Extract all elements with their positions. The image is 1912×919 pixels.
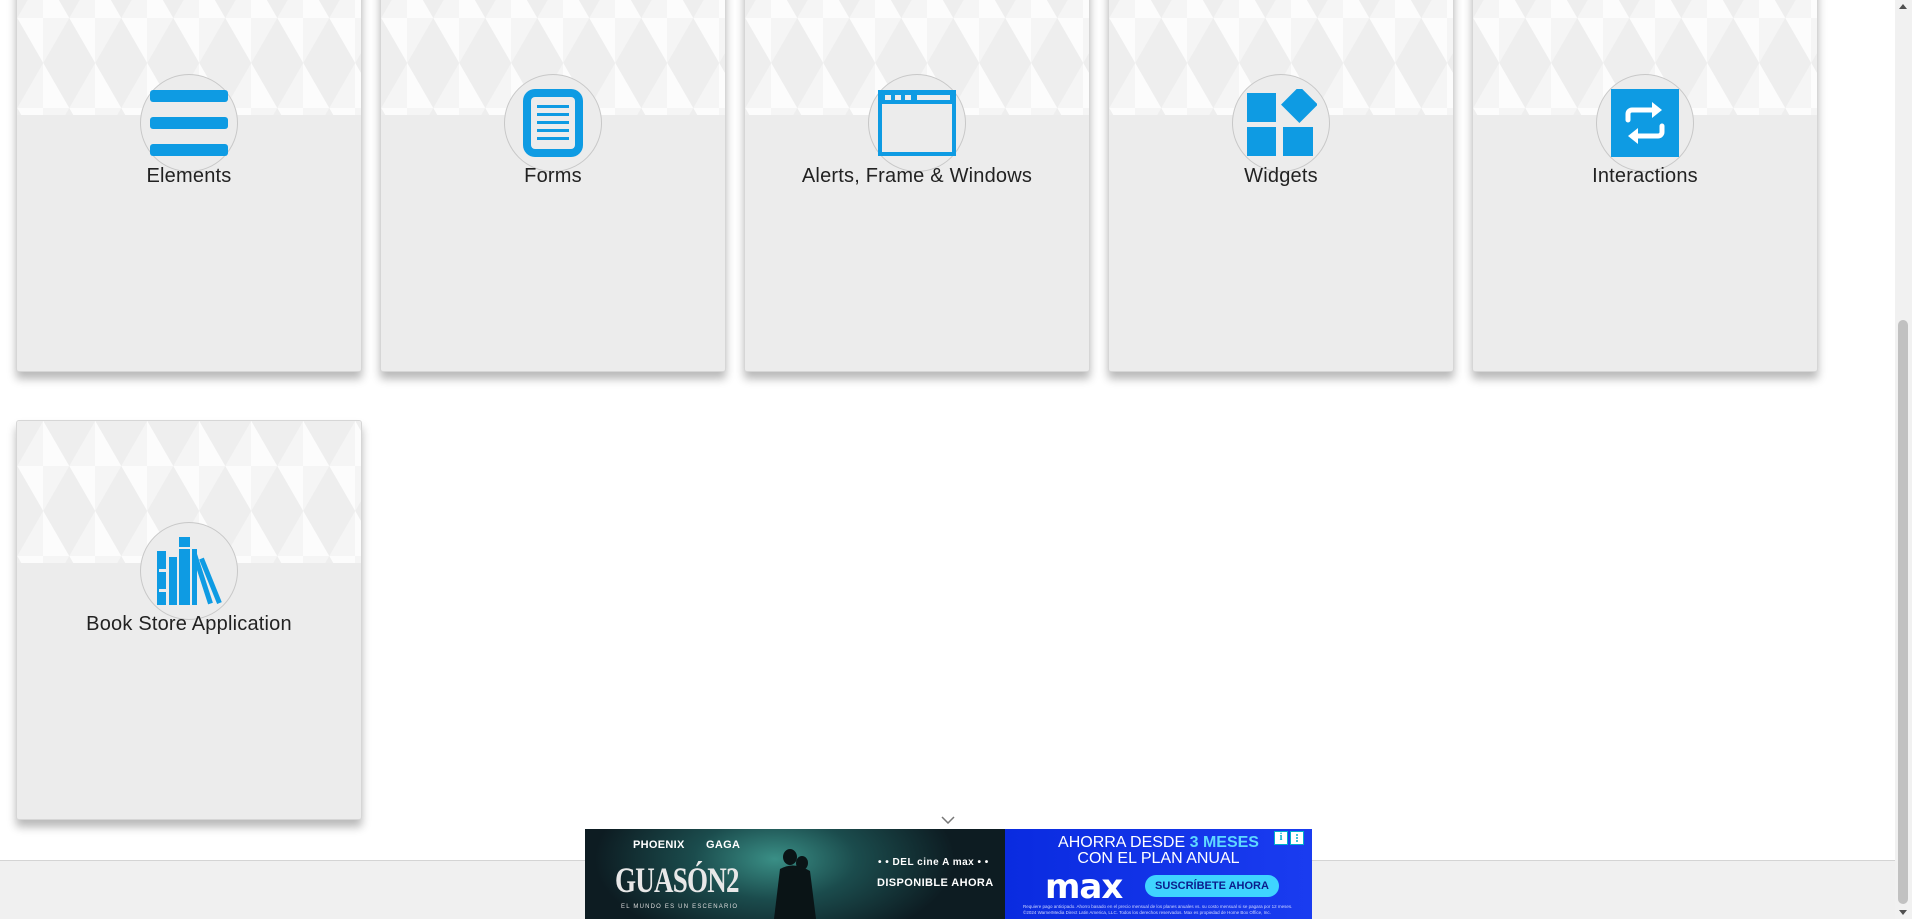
card-title: Widgets	[1244, 165, 1318, 187]
ad-actor-1: PHOENIX	[633, 839, 685, 851]
books-icon	[140, 522, 238, 620]
scroll-down-arrow-icon[interactable]	[1899, 910, 1907, 915]
ad-cast: PHOENIX GAGA	[633, 839, 758, 851]
max-logo: max	[1045, 867, 1123, 907]
ad-fine-print: Requiere pago anticipado. Ahorro basado …	[1023, 904, 1293, 915]
page: Elements Forms Alerts, Frame & Windows W…	[0, 0, 1895, 919]
ad-banner[interactable]: PHOENIX GAGA GUASÓN2 EL MUNDO ES UN ESCE…	[585, 829, 1312, 919]
card-widgets[interactable]: Widgets	[1108, 0, 1454, 372]
widgets-icon	[1232, 74, 1330, 172]
card-title: Book Store Application	[86, 613, 292, 635]
scrollbar-thumb[interactable]	[1898, 320, 1908, 904]
ad-tagline: EL MUNDO ES UN ESCENARIO	[621, 904, 739, 910]
card-alerts-frame-windows[interactable]: Alerts, Frame & Windows	[744, 0, 1090, 372]
ad-movie-panel: PHOENIX GAGA GUASÓN2 EL MUNDO ES UN ESCE…	[585, 829, 1005, 919]
ad-offer-panel: AHORRA DESDE 3 MESES CON EL PLAN ANUAL m…	[1005, 829, 1312, 919]
ad-headline-highlight: 3 MESES	[1189, 834, 1259, 851]
card-title: Forms	[524, 165, 582, 187]
repeat-arrows-icon	[1596, 74, 1694, 172]
hamburger-list-icon	[140, 74, 238, 172]
card-elements[interactable]: Elements	[16, 0, 362, 372]
vertical-scrollbar[interactable]	[1895, 0, 1912, 919]
ad-banner-container: PHOENIX GAGA GUASÓN2 EL MUNDO ES UN ESCE…	[585, 812, 1312, 919]
chevron-down-icon[interactable]	[940, 814, 956, 826]
subscribe-button[interactable]: SUSCRÍBETE AHORA	[1145, 875, 1279, 897]
dancing-couple-illustration	[774, 849, 816, 919]
ad-info-icon[interactable]: i	[1274, 831, 1288, 845]
ad-brand-line: • • DEL cine A max • •	[878, 857, 989, 868]
ad-availability: DISPONIBLE AHORA	[877, 877, 994, 889]
ad-options-icon[interactable]	[1290, 831, 1304, 845]
ad-movie-title: GUASÓN2	[615, 860, 740, 900]
browser-window-icon	[868, 74, 966, 172]
card-forms[interactable]: Forms	[380, 0, 726, 372]
ad-headline-line2: CON EL PLAN ANUAL	[1077, 850, 1240, 867]
ad-actor-2: GAGA	[705, 839, 741, 851]
card-book-store-application[interactable]: Book Store Application	[16, 420, 362, 820]
card-title: Elements	[146, 165, 232, 187]
card-title: Interactions	[1592, 165, 1698, 187]
card-title: Alerts, Frame & Windows	[801, 165, 1033, 187]
scroll-up-arrow-icon[interactable]	[1899, 4, 1907, 9]
document-icon	[504, 74, 602, 172]
ad-headline-prefix: AHORRA DESDE	[1058, 834, 1190, 851]
card-interactions[interactable]: Interactions	[1472, 0, 1818, 372]
